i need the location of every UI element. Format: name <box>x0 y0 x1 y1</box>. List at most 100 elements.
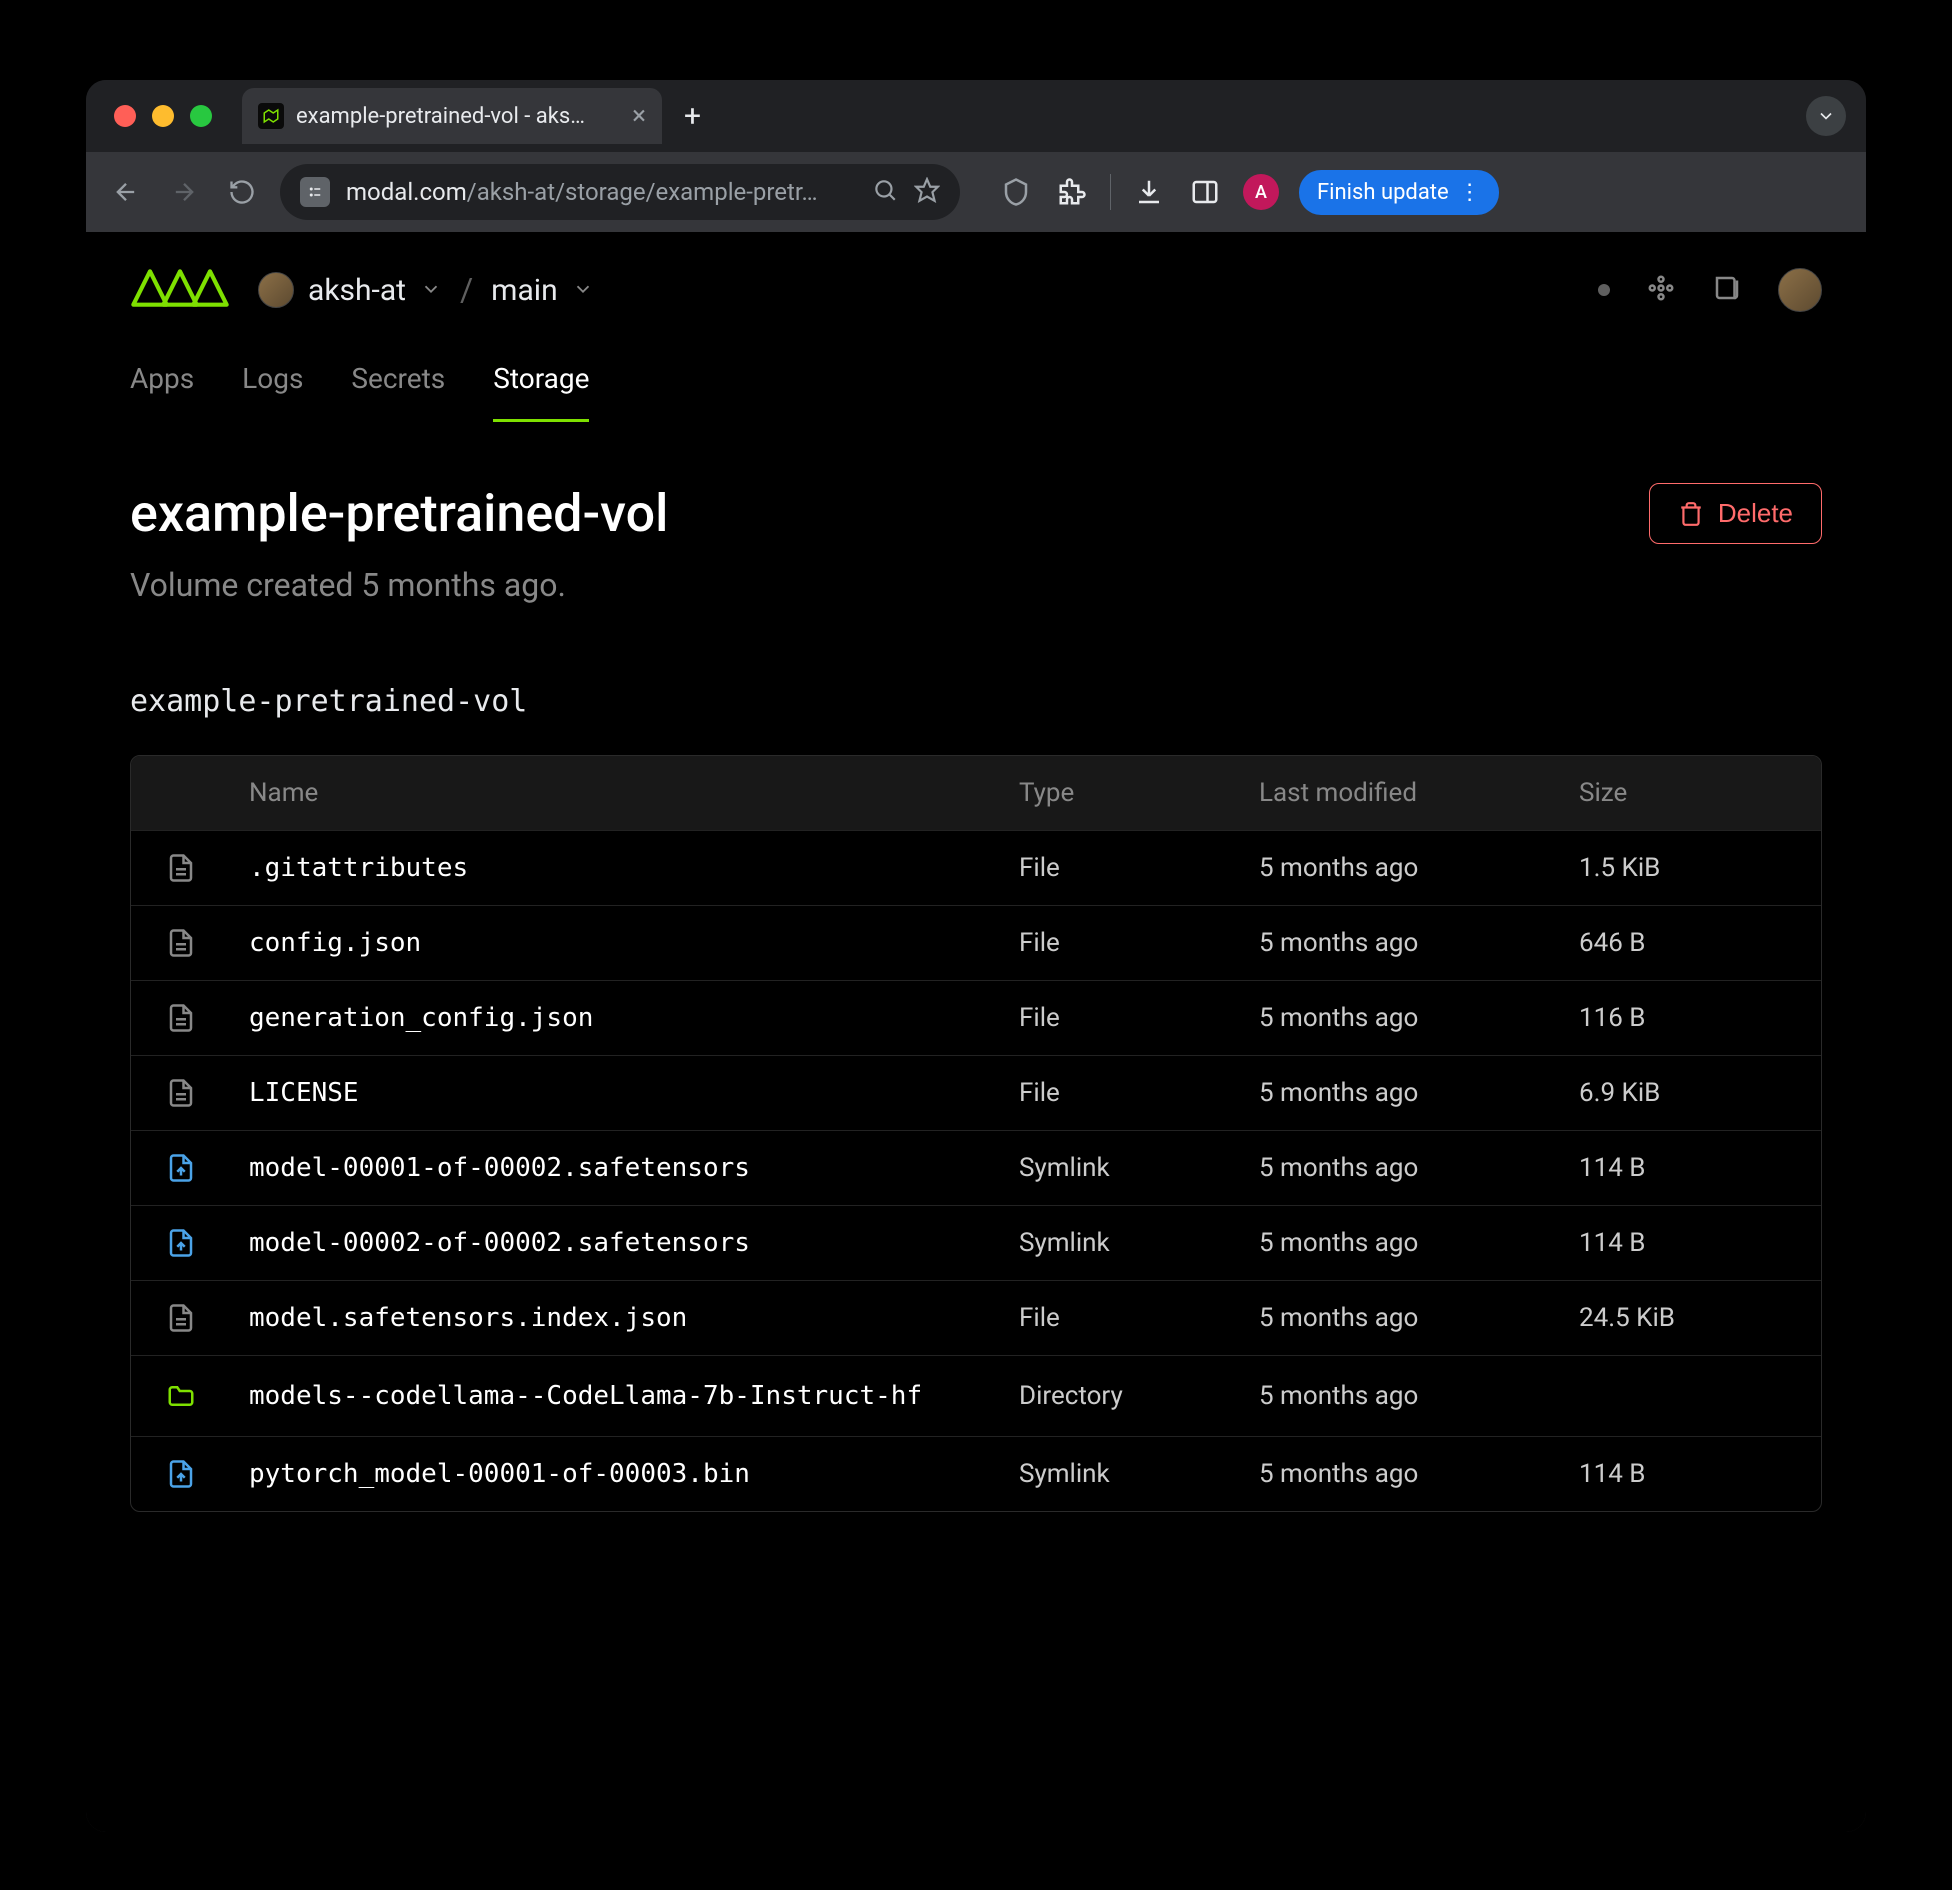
app-header: aksh-at / main <box>86 232 1866 348</box>
file-icon <box>131 928 231 958</box>
file-modified: 5 months ago <box>1241 1153 1561 1183</box>
table-row[interactable]: models--codellama--CodeLlama-7b-Instruct… <box>131 1355 1821 1436</box>
tab-overflow-button[interactable] <box>1806 96 1846 136</box>
page-content: aksh-at / main <box>86 232 1866 1832</box>
breadcrumb-env[interactable]: main <box>491 273 594 308</box>
browser-window: example-pretrained-vol - aks… × + modal.… <box>86 80 1866 1832</box>
file-size: 114 B <box>1561 1228 1821 1258</box>
symlink-icon <box>131 1228 231 1258</box>
downloads-icon[interactable] <box>1131 174 1167 210</box>
browser-toolbar: modal.com/aksh-at/storage/example-pretr… <box>86 152 1866 232</box>
file-type: File <box>1001 853 1241 883</box>
file-type: Symlink <box>1001 1459 1241 1489</box>
symlink-icon <box>131 1153 231 1183</box>
breadcrumb-separator: / <box>460 271 473 309</box>
extension-shield-icon[interactable] <box>998 174 1034 210</box>
window-controls <box>114 105 212 127</box>
col-type: Type <box>1001 778 1241 808</box>
file-size: 114 B <box>1561 1459 1821 1489</box>
table-row[interactable]: model.safetensors.index.jsonFile5 months… <box>131 1280 1821 1355</box>
maximize-window-button[interactable] <box>190 105 212 127</box>
docs-icon[interactable] <box>1712 273 1742 307</box>
file-name: config.json <box>231 928 1001 958</box>
extensions-icon[interactable] <box>1054 174 1090 210</box>
file-type: Symlink <box>1001 1228 1241 1258</box>
back-button[interactable] <box>106 172 146 212</box>
file-modified: 5 months ago <box>1241 1381 1561 1411</box>
url-text: modal.com/aksh-at/storage/example-pretr… <box>346 178 856 206</box>
finish-update-button[interactable]: Finish update ⋮ <box>1299 170 1499 215</box>
file-name: model-00001-of-00002.safetensors <box>231 1153 1001 1183</box>
address-bar[interactable]: modal.com/aksh-at/storage/example-pretr… <box>280 164 960 220</box>
main-content: example-pretrained-vol Delete Volume cre… <box>86 423 1866 1572</box>
file-size: 1.5 KiB <box>1561 853 1821 883</box>
file-type: File <box>1001 1078 1241 1108</box>
file-icon <box>131 1078 231 1108</box>
chevron-down-icon <box>420 273 442 308</box>
reload-button[interactable] <box>222 172 262 212</box>
tab-title: example-pretrained-vol - aks… <box>296 104 585 129</box>
symlink-icon <box>131 1459 231 1489</box>
close-window-button[interactable] <box>114 105 136 127</box>
file-size: 116 B <box>1561 1003 1821 1033</box>
table-row[interactable]: config.jsonFile5 months ago646 B <box>131 905 1821 980</box>
file-icon <box>131 1003 231 1033</box>
table-row[interactable]: model-00001-of-00002.safetensorsSymlink5… <box>131 1130 1821 1205</box>
col-size: Size <box>1561 778 1821 808</box>
bookmark-icon[interactable] <box>914 177 940 207</box>
profile-avatar[interactable]: A <box>1243 174 1279 210</box>
file-size: 114 B <box>1561 1153 1821 1183</box>
nav-tab-logs[interactable]: Logs <box>242 348 303 422</box>
table-row[interactable]: pytorch_model-00001-of-00003.binSymlink5… <box>131 1436 1821 1511</box>
breadcrumb: aksh-at / main <box>258 271 594 309</box>
file-size: 646 B <box>1561 928 1821 958</box>
file-modified: 5 months ago <box>1241 1078 1561 1108</box>
browser-tab[interactable]: example-pretrained-vol - aks… × <box>242 88 662 144</box>
close-tab-icon[interactable]: × <box>632 101 646 131</box>
table-row[interactable]: model-00002-of-00002.safetensorsSymlink5… <box>131 1205 1821 1280</box>
zoom-icon[interactable] <box>872 177 898 207</box>
file-icon <box>131 853 231 883</box>
slack-icon[interactable] <box>1646 273 1676 307</box>
breadcrumb-env-label: main <box>491 273 558 308</box>
file-type: File <box>1001 1003 1241 1033</box>
tab-favicon <box>258 103 284 129</box>
file-type: File <box>1001 928 1241 958</box>
minimize-window-button[interactable] <box>152 105 174 127</box>
folder-icon <box>131 1381 231 1411</box>
chevron-down-icon <box>572 273 594 308</box>
trash-icon <box>1678 501 1704 527</box>
file-type: Directory <box>1001 1381 1241 1411</box>
file-name: model.safetensors.index.json <box>231 1303 1001 1333</box>
status-dot <box>1598 284 1610 296</box>
new-tab-button[interactable]: + <box>662 99 723 134</box>
sidepanel-icon[interactable] <box>1187 174 1223 210</box>
file-name: LICENSE <box>231 1078 1001 1108</box>
table-row[interactable]: LICENSEFile5 months ago6.9 KiB <box>131 1055 1821 1130</box>
site-info-icon[interactable] <box>300 177 330 207</box>
file-size: 24.5 KiB <box>1561 1303 1821 1333</box>
modal-logo[interactable] <box>130 260 230 320</box>
table-row[interactable]: .gitattributesFile5 months ago1.5 KiB <box>131 830 1821 905</box>
breadcrumb-org[interactable]: aksh-at <box>258 272 442 308</box>
page-title: example-pretrained-vol <box>130 483 668 544</box>
table-header: Name Type Last modified Size <box>131 756 1821 830</box>
file-modified: 5 months ago <box>1241 928 1561 958</box>
path-breadcrumb[interactable]: example-pretrained-vol <box>130 684 1822 719</box>
col-modified: Last modified <box>1241 778 1561 808</box>
file-modified: 5 months ago <box>1241 853 1561 883</box>
nav-tab-storage[interactable]: Storage <box>493 348 589 422</box>
nav-tab-secrets[interactable]: Secrets <box>351 348 445 422</box>
menu-icon[interactable]: ⋮ <box>1459 180 1481 205</box>
user-avatar[interactable] <box>1778 268 1822 312</box>
file-modified: 5 months ago <box>1241 1303 1561 1333</box>
file-type: File <box>1001 1303 1241 1333</box>
file-name: .gitattributes <box>231 853 1001 883</box>
file-type: Symlink <box>1001 1153 1241 1183</box>
table-row[interactable]: generation_config.jsonFile5 months ago11… <box>131 980 1821 1055</box>
nav-tabs: Apps Logs Secrets Storage <box>86 348 1866 423</box>
delete-button[interactable]: Delete <box>1649 483 1822 544</box>
forward-button[interactable] <box>164 172 204 212</box>
nav-tab-apps[interactable]: Apps <box>130 348 194 422</box>
org-avatar <box>258 272 294 308</box>
